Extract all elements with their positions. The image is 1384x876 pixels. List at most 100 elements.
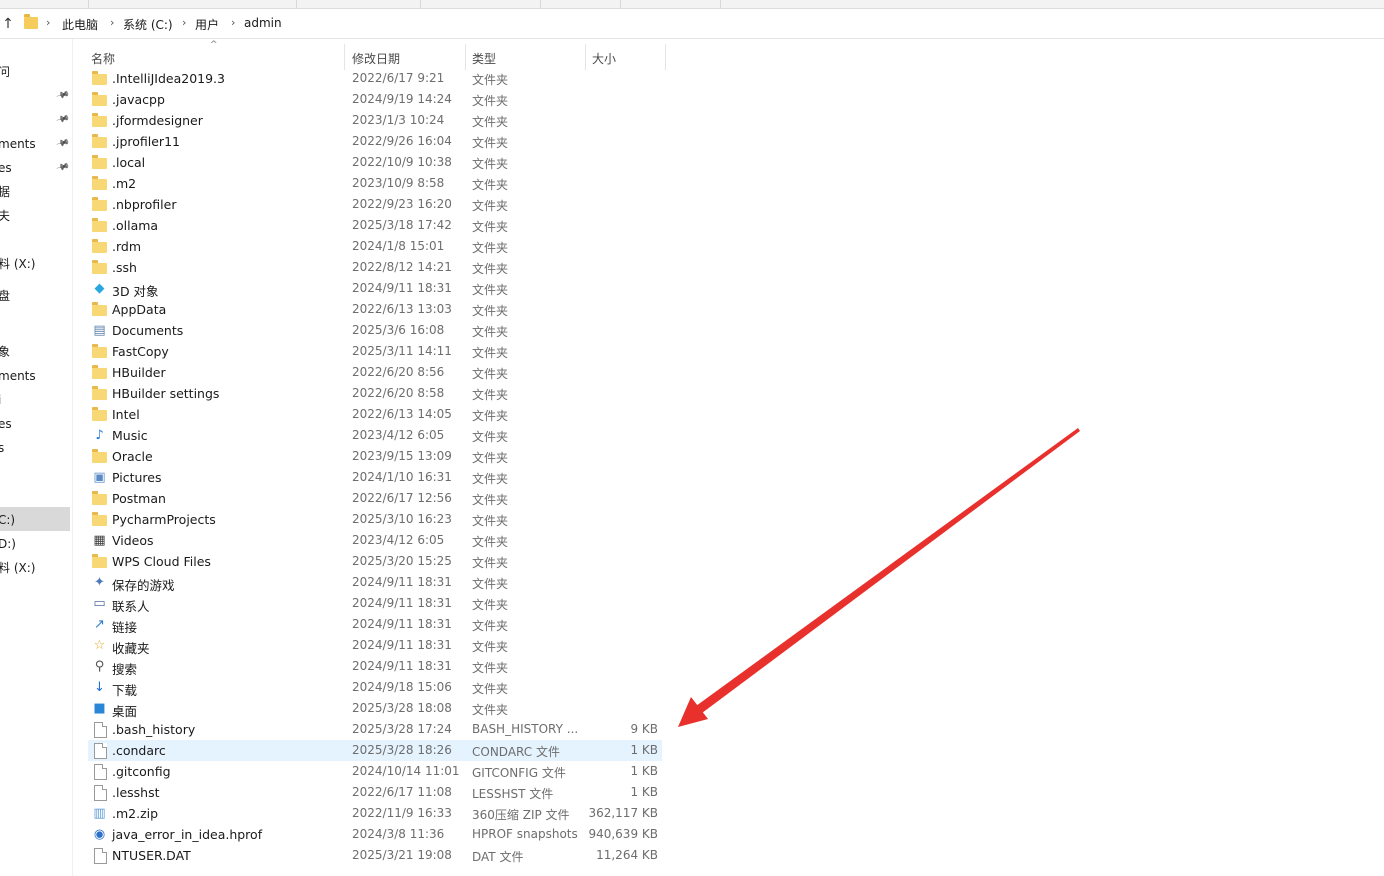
file-row[interactable]: .javacpp 2024/9/19 14:24 文件夹 <box>88 89 662 110</box>
nav-item[interactable] <box>0 469 72 491</box>
nav-item[interactable]: s <box>0 437 72 459</box>
search-icon: ⚲ <box>94 659 105 674</box>
file-row[interactable]: ▥ .m2.zip 2022/11/9 16:33 360压缩 ZIP 文件 362,1… <box>88 803 662 824</box>
column-header-date[interactable]: 修改日期 <box>352 50 400 67</box>
file-row[interactable]: Postman 2022/6/17 12:56 文件夹 <box>88 488 662 509</box>
file-row[interactable]: ♪ Music 2023/4/12 6:05 文件夹 <box>88 425 662 446</box>
pin-icon[interactable]: 📌 <box>52 84 72 109</box>
file-row[interactable]: ▦ Videos 2023/4/12 6:05 文件夹 <box>88 530 662 551</box>
file-name: .jformdesigner <box>112 113 203 128</box>
file-row[interactable]: WPS Cloud Files 2025/3/20 15:25 文件夹 <box>88 551 662 572</box>
nav-item[interactable]: 据 <box>0 181 72 203</box>
contacts-icon: ▭ <box>93 596 106 611</box>
file-row[interactable]: ▭ 联系人 2024/9/11 18:31 文件夹 <box>88 593 662 614</box>
file-row[interactable]: .local 2022/10/9 10:38 文件夹 <box>88 152 662 173</box>
file-row[interactable]: .gitconfig 2024/10/14 11:01 GITCONFIG 文件 1 … <box>88 761 662 782</box>
column-header-name[interactable]: 名称 <box>91 50 115 67</box>
file-row[interactable]: .ollama 2025/3/18 17:42 文件夹 <box>88 215 662 236</box>
breadcrumb-system-c[interactable]: 系统 (C:) <box>123 16 173 33</box>
nav-item[interactable]: 料 (X:) <box>0 253 72 275</box>
file-row[interactable]: .jprofiler11 2022/9/26 16:04 文件夹 <box>88 131 662 152</box>
file-row[interactable]: ■ 桌面 2025/3/28 18:08 文件夹 <box>88 698 662 719</box>
nav-item[interactable]: es 📌 <box>0 157 72 179</box>
address-box[interactable]: › 此电脑 › 系统 (C:) › 用户 › admin <box>16 12 1382 36</box>
file-name: 下载 <box>112 683 138 698</box>
column-divider[interactable] <box>665 44 666 70</box>
nav-item[interactable] <box>0 229 72 251</box>
file-row[interactable]: ◉ java_error_in_idea.hprof 2024/3/8 11:36 H… <box>88 824 662 845</box>
breadcrumb-users[interactable]: 用户 <box>195 16 219 33</box>
file-name: .nbprofiler <box>112 197 177 212</box>
file-row[interactable]: AppData 2022/6/13 13:03 文件夹 <box>88 299 662 320</box>
column-header-size[interactable]: 大小 <box>592 50 616 67</box>
nav-item-label: 盘 <box>0 289 11 303</box>
nav-item[interactable]: 夫 <box>0 205 72 227</box>
file-row[interactable]: .condarc 2025/3/28 18:26 CONDARC 文件 1 KB <box>88 740 662 761</box>
nav-item[interactable]: 盘 <box>0 285 72 307</box>
pin-icon[interactable]: 📌 <box>52 132 72 157</box>
file-row[interactable]: FastCopy 2025/3/11 14:11 文件夹 <box>88 341 662 362</box>
file-row[interactable]: ▤ Documents 2025/3/6 16:08 文件夹 <box>88 320 662 341</box>
music-icon: ♪ <box>95 428 104 443</box>
file-row[interactable]: Intel 2022/6/13 14:05 文件夹 <box>88 404 662 425</box>
file-row[interactable]: ↗ 链接 2024/9/11 18:31 文件夹 <box>88 614 662 635</box>
column-divider[interactable] <box>465 44 466 70</box>
nav-item-label: ments <box>0 137 36 151</box>
file-row[interactable]: PycharmProjects 2025/3/10 16:23 文件夹 <box>88 509 662 530</box>
nav-item[interactable]: 问 <box>0 61 72 83</box>
file-row[interactable]: Oracle 2023/9/15 13:09 文件夹 <box>88 446 662 467</box>
file-name: .m2.zip <box>112 806 159 821</box>
column-divider[interactable] <box>344 44 345 70</box>
pin-icon[interactable]: 📌 <box>52 108 72 133</box>
file-name: .local <box>112 155 146 170</box>
file-row[interactable]: .lesshst 2022/6/17 11:08 LESSHST 文件 1 KB <box>88 782 662 803</box>
nav-item[interactable]: ments 📌 <box>0 133 72 155</box>
column-header-type[interactable]: 类型 <box>472 50 496 67</box>
chevron-right-icon[interactable]: › <box>110 16 114 29</box>
file-name: .rdm <box>112 239 142 254</box>
file-row[interactable]: .jformdesigner 2023/1/3 10:24 文件夹 <box>88 110 662 131</box>
nav-item[interactable]: 象 <box>0 341 72 363</box>
file-row[interactable]: .m2 2023/10/9 8:58 文件夹 <box>88 173 662 194</box>
file-row[interactable]: ↓ 下载 2024/9/18 15:06 文件夹 <box>88 677 662 698</box>
pin-icon[interactable]: 📌 <box>52 156 72 181</box>
column-divider[interactable] <box>585 44 586 70</box>
chevron-right-icon[interactable]: › <box>182 16 186 29</box>
up-arrow-icon[interactable]: ↑ <box>0 14 16 34</box>
file-row[interactable]: .IntelliJIdea2019.3 2022/6/17 9:21 文件夹 <box>88 68 662 89</box>
nav-item[interactable]: D:) <box>0 533 72 555</box>
nav-item[interactable]: 料 (X:) <box>0 557 72 579</box>
nav-item[interactable]: es <box>0 413 72 435</box>
nav-item[interactable]: 📌 <box>0 109 72 131</box>
file-row[interactable]: HBuilder settings 2022/6/20 8:58 文件夹 <box>88 383 662 404</box>
file-row[interactable]: NTUSER.DAT 2025/3/21 19:08 DAT 文件 11,264 KB <box>88 845 662 866</box>
nav-item[interactable]: C:) <box>0 509 72 531</box>
chevron-right-icon[interactable]: › <box>46 16 50 29</box>
breadcrumb-this-pc[interactable]: 此电脑 <box>62 16 98 33</box>
file-row[interactable]: HBuilder 2022/6/20 8:56 文件夹 <box>88 362 662 383</box>
pane-divider[interactable] <box>72 39 73 876</box>
folder-icon <box>92 71 107 85</box>
nav-item[interactable]: ments <box>0 365 72 387</box>
file-row[interactable]: .rdm 2024/1/8 15:01 文件夹 <box>88 236 662 257</box>
3d-objects-icon: ◆ <box>94 281 105 296</box>
file-type: 文件夹 <box>472 136 509 150</box>
file-row[interactable]: ☆ 收藏夹 2024/9/11 18:31 文件夹 <box>88 635 662 656</box>
nav-item[interactable] <box>0 309 72 331</box>
chevron-right-icon[interactable]: › <box>231 16 235 29</box>
file-row[interactable]: ◆ 3D 对象 2024/9/11 18:31 文件夹 <box>88 278 662 299</box>
downloads-icon: ↓ <box>94 680 105 695</box>
file-row[interactable]: ⚲ 搜索 2024/9/11 18:31 文件夹 <box>88 656 662 677</box>
nav-item[interactable]: 📌 <box>0 85 72 107</box>
breadcrumb-admin[interactable]: admin <box>244 16 282 30</box>
file-row[interactable]: .ssh 2022/8/12 14:21 文件夹 <box>88 257 662 278</box>
file-date: 2022/10/9 10:38 <box>352 155 452 169</box>
nav-item[interactable]: i <box>0 389 72 411</box>
file-date: 2022/9/23 16:20 <box>352 197 452 211</box>
file-date: 2025/3/6 16:08 <box>352 323 445 337</box>
file-row[interactable]: .nbprofiler 2022/9/23 16:20 文件夹 <box>88 194 662 215</box>
file-row[interactable]: ✦ 保存的游戏 2024/9/11 18:31 文件夹 <box>88 572 662 593</box>
file-row[interactable]: ▣ Pictures 2024/1/10 16:31 文件夹 <box>88 467 662 488</box>
file-type: CONDARC 文件 <box>472 745 560 759</box>
file-row[interactable]: .bash_history 2025/3/28 17:24 BASH_HISTORY… <box>88 719 662 740</box>
